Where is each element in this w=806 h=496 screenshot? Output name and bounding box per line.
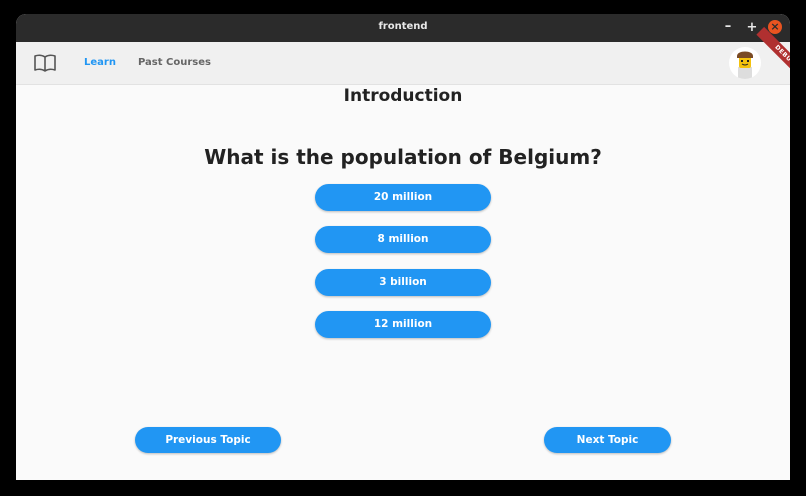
answer-button[interactable]: 8 million bbox=[315, 226, 491, 253]
nav-learn[interactable]: Learn bbox=[84, 57, 116, 68]
book-icon[interactable] bbox=[34, 54, 56, 72]
question-text: What is the population of Belgium? bbox=[204, 145, 602, 169]
minimize-button[interactable]: – bbox=[720, 19, 736, 35]
answer-button[interactable]: 20 million bbox=[315, 184, 491, 211]
nav-past-courses[interactable]: Past Courses bbox=[138, 57, 211, 68]
app-bar: Learn Past Courses DEBUG bbox=[16, 26, 790, 85]
answer-button[interactable]: 12 million bbox=[315, 311, 491, 338]
window-title: frontend bbox=[378, 21, 428, 32]
titlebar: frontend – + × bbox=[16, 14, 790, 42]
previous-topic-button[interactable]: Previous Topic bbox=[135, 427, 281, 453]
page-title: Introduction bbox=[343, 86, 463, 106]
answer-button[interactable]: 3 billion bbox=[315, 269, 491, 296]
avatar-icon[interactable] bbox=[729, 47, 761, 79]
next-topic-button[interactable]: Next Topic bbox=[544, 427, 671, 453]
app-window: frontend – + × Learn Past Courses DEBUG … bbox=[16, 14, 790, 480]
